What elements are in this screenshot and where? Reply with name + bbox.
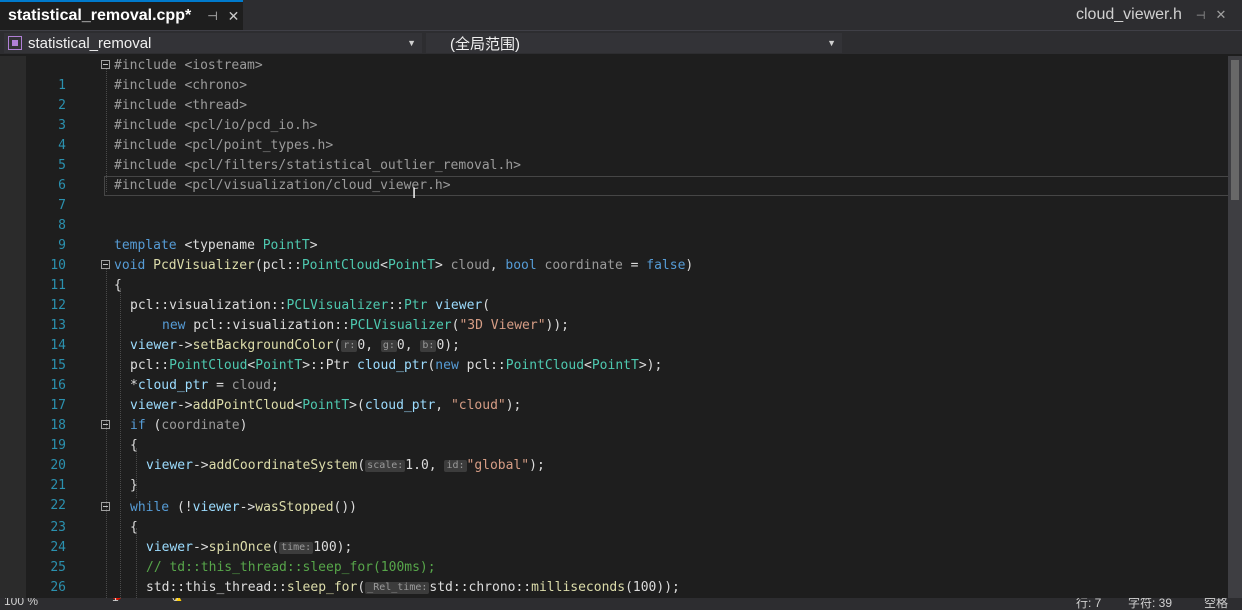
column-indicator[interactable]: 字符: 39: [1128, 598, 1172, 610]
code-text: viewer->addCoordinateSystem(scale: 1.0, i…: [146, 458, 545, 473]
tab-title: statistical_removal.cpp*: [8, 7, 192, 24]
code-line[interactable]: 16 pcl::PointCloud<PointT>::Ptr cloud_pt…: [0, 356, 1242, 393]
code-line[interactable]: 4 #include <pcl/io/pcd_io.h>: [0, 116, 1242, 153]
code-line[interactable]: 19 if (coordinate): [0, 416, 1242, 453]
code-line[interactable]: 7 #include <pcl/visualization/cloud_view…: [0, 176, 1242, 213]
code-line[interactable]: 8: [0, 196, 1242, 233]
project-icon: [8, 36, 22, 50]
line-indicator[interactable]: 行: 7: [1076, 598, 1101, 610]
global-scope-label: (全局范围): [450, 35, 520, 53]
close-icon[interactable]: ✕: [1215, 7, 1226, 23]
collapse-icon[interactable]: [101, 260, 110, 269]
code-line[interactable]: 15 viewer->setBackgroundColor(r: 0, g: 0, …: [0, 336, 1242, 373]
code-line[interactable]: 1 #include <iostream>: [0, 56, 1242, 93]
inlay-hint: _Rel_time:: [365, 582, 430, 594]
code-text: {: [114, 278, 122, 293]
tab-bar: statistical_removal.cpp* ⊣ ✕ cloud_viewe…: [0, 0, 1242, 30]
code-text: void PcdVisualizer(pcl::PointCloud<Point…: [114, 258, 694, 273]
code-text: pcl::visualization::PCLVisualizer::Ptr v…: [130, 298, 491, 313]
navigation-bar: statistical_removal ▼ (全局范围) ▼: [0, 30, 1242, 54]
code-editor[interactable]: 1 #include <iostream> 2 #include <chrono…: [0, 56, 1242, 598]
code-line[interactable]: 21 viewer->addCoordinateSystem(scale: 1.0…: [0, 456, 1242, 493]
project-scope-dropdown[interactable]: statistical_removal ▼: [4, 33, 422, 53]
code-text: {: [130, 520, 138, 535]
code-line[interactable]: 5 #include <pcl/point_types.h>: [0, 136, 1242, 173]
inlay-hint: id:: [444, 460, 467, 472]
code-line[interactable]: 11 void PcdVisualizer(pcl::PointCloud<Po…: [0, 256, 1242, 293]
code-line[interactable]: 10 template <typename PointT>: [0, 236, 1242, 273]
chevron-down-icon: ▼: [827, 38, 836, 48]
code-line[interactable]: 13 pcl::visualization::PCLVisualizer::Pt…: [0, 296, 1242, 333]
close-icon[interactable]: ✕: [228, 8, 240, 25]
code-text: if (coordinate): [130, 418, 248, 433]
inlay-hint: r:: [341, 340, 358, 352]
scrollbar-thumb[interactable]: [1231, 60, 1239, 200]
collapse-icon[interactable]: [101, 420, 110, 429]
code-text: template <typename PointT>: [114, 238, 318, 253]
code-text: *cloud_ptr = cloud;: [130, 378, 279, 393]
collapse-icon[interactable]: [101, 502, 110, 511]
code-line[interactable]: 18 viewer->addPointCloud<PointT>(cloud_p…: [0, 396, 1242, 433]
pin-icon[interactable]: ⊣: [1196, 9, 1206, 22]
code-line[interactable]: 3 #include <thread>: [0, 96, 1242, 133]
inlay-hint: scale:: [365, 460, 406, 472]
code-line[interactable]: 23 while (!viewer->wasStopped()): [0, 498, 1242, 535]
code-text: new pcl::visualization::PCLVisualizer("3…: [162, 318, 570, 333]
zoom-level[interactable]: 100 %: [4, 598, 38, 608]
include-directive: #include <pcl/visualization/cloud_viewer…: [114, 178, 451, 193]
vertical-scrollbar[interactable]: [1228, 56, 1242, 598]
inlay-hint: time:: [279, 542, 314, 554]
code-text: std::this_thread::sleep_for(_Rel_time: st…: [146, 580, 680, 595]
code-text: {: [130, 438, 138, 453]
status-bar: 100 % 1 ▲ 0 行: 7 字符: 39 空格: [0, 598, 1242, 610]
tab-cloud-viewer[interactable]: cloud_viewer.h ⊣ ✕: [1066, 0, 1242, 30]
code-line[interactable]: 26 // td::this_thread::sleep_for(100ms);: [0, 558, 1242, 595]
include-directive: #include <pcl/io/pcd_io.h>: [114, 118, 318, 133]
code-line[interactable]: 24 {: [0, 518, 1242, 555]
include-directive: #include <pcl/filters/statistical_outlie…: [114, 158, 521, 173]
chevron-down-icon: ▼: [407, 38, 416, 48]
code-line[interactable]: 20 {: [0, 436, 1242, 473]
code-text: pcl::PointCloud<PointT>::Ptr cloud_ptr(n…: [130, 358, 663, 373]
indent-mode[interactable]: 空格: [1204, 598, 1228, 610]
tab-title: cloud_viewer.h: [1076, 6, 1182, 23]
code-line[interactable]: 6 #include <pcl/filters/statistical_outl…: [0, 156, 1242, 193]
code-line[interactable]: 27 std::this_thread::sleep_for(_Rel_time…: [0, 578, 1242, 598]
collapse-icon[interactable]: [101, 60, 110, 69]
code-text: while (!viewer->wasStopped()): [130, 500, 358, 515]
include-directive: #include <chrono>: [114, 78, 248, 93]
inlay-hint: b:: [420, 340, 437, 352]
include-directive: #include <thread>: [114, 98, 248, 113]
tab-statistical-removal[interactable]: statistical_removal.cpp* ⊣ ✕: [0, 0, 243, 30]
code-text: viewer->spinOnce(time: 100);: [146, 540, 353, 555]
include-directive: #include <iostream>: [114, 58, 263, 73]
code-comment: // td::this_thread::sleep_for(100ms);: [146, 560, 436, 575]
code-line[interactable]: 25 viewer->spinOnce(time: 100);: [0, 538, 1242, 575]
code-text: viewer->addPointCloud<PointT>(cloud_ptr,…: [130, 398, 522, 413]
code-line[interactable]: 22 }: [0, 476, 1242, 513]
include-directive: #include <pcl/point_types.h>: [114, 138, 334, 153]
code-line[interactable]: 14 new pcl::visualization::PCLVisualizer…: [0, 316, 1242, 353]
pin-icon[interactable]: ⊣: [207, 9, 217, 23]
code-line[interactable]: 2 #include <chrono>: [0, 76, 1242, 113]
global-scope-dropdown[interactable]: (全局范围) ▼: [426, 33, 842, 53]
code-text: viewer->setBackgroundColor(r: 0, g: 0, b: 0…: [130, 338, 460, 353]
code-line[interactable]: 9: [0, 216, 1242, 253]
project-scope-label: statistical_removal: [28, 34, 152, 52]
code-line[interactable]: 12 {: [0, 276, 1242, 313]
code-text: }: [130, 478, 138, 493]
inlay-hint: g:: [380, 340, 397, 352]
code-line[interactable]: 17 *cloud_ptr = cloud;: [0, 376, 1242, 413]
